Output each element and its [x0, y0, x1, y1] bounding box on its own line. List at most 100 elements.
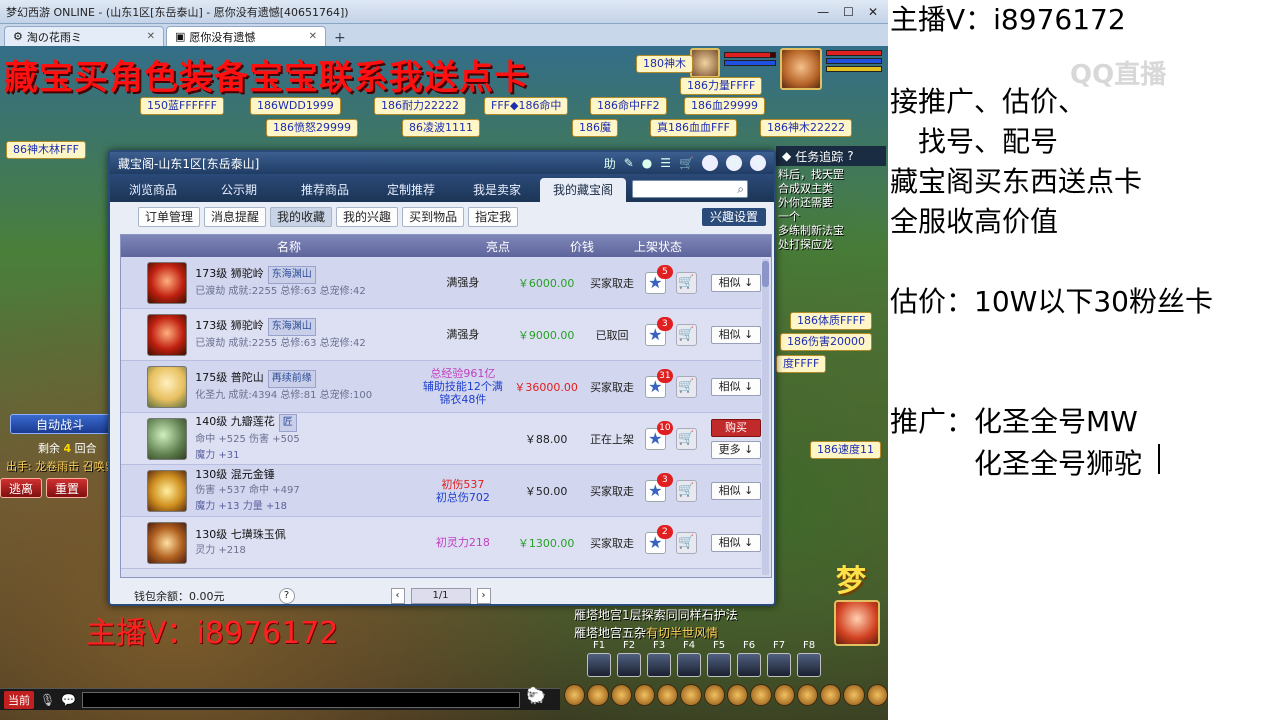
- hotkey-f6[interactable]: F6: [736, 640, 762, 684]
- stall-sign[interactable]: 186血29999: [684, 97, 765, 115]
- reset-button[interactable]: 重置: [46, 478, 89, 498]
- menu-icon[interactable]: [773, 684, 795, 706]
- hotkey-f8[interactable]: F8: [796, 640, 822, 684]
- speech-icon[interactable]: 💬: [61, 693, 76, 707]
- stall-sign[interactable]: 86凌波1111: [402, 119, 480, 137]
- close-tab-icon[interactable]: ✕: [309, 31, 317, 42]
- menu-icon[interactable]: [564, 684, 586, 706]
- skill-icon[interactable]: [587, 653, 611, 677]
- item-title[interactable]: 130级 混元金锤: [195, 468, 275, 481]
- item-title[interactable]: 140级 九瓣莲花: [195, 415, 275, 428]
- skill-icon[interactable]: [797, 653, 821, 677]
- menu-icon[interactable]: [587, 684, 609, 706]
- stall-sign[interactable]: 真186血血FFF: [650, 119, 737, 137]
- chat-channel-button[interactable]: 当前: [4, 690, 34, 709]
- settings-icon[interactable]: ⚙: [726, 155, 742, 171]
- menu-icon[interactable]: [750, 684, 772, 706]
- menu-icon[interactable]: [843, 684, 865, 706]
- stall-sign[interactable]: 186力量FFFF: [680, 77, 763, 95]
- similar-button[interactable]: 相似 ↓: [711, 533, 761, 552]
- search-input[interactable]: ⌕: [632, 180, 748, 198]
- record-icon[interactable]: ●: [642, 156, 652, 170]
- menu-icon[interactable]: [610, 684, 632, 706]
- close-tab-icon[interactable]: ✕: [147, 31, 155, 42]
- similar-button[interactable]: 相似 ↓: [711, 377, 761, 396]
- stall-sign[interactable]: 186耐力22222: [374, 97, 466, 115]
- similar-button[interactable]: 相似 ↓: [711, 325, 761, 344]
- stall-sign[interactable]: 186命中FF2: [590, 97, 667, 115]
- table-row[interactable]: 130级 混元金锤 伤害 +537 命中 +497 魔力 +13 力量 +18 初伤…: [121, 465, 761, 517]
- buy-button[interactable]: 购买: [711, 418, 761, 437]
- skill-icon[interactable]: [767, 653, 791, 677]
- skill-icon[interactable]: [617, 653, 641, 677]
- menu-icon[interactable]: [796, 684, 819, 706]
- table-row[interactable]: 140级 九瓣莲花匠命中 +525 伤害 +505 魔力 +31 ￥88.00 正…: [121, 413, 761, 465]
- tab-publicity[interactable]: 公示期: [196, 178, 282, 202]
- menu-icon[interactable]: [680, 684, 702, 706]
- tab-custom[interactable]: 定制推荐: [368, 178, 454, 202]
- chat-player-name[interactable]: 有切半世风情: [646, 626, 718, 640]
- table-row[interactable]: 130级 七璜珠玉佩 灵力 +218 初灵力218 ￥1300.00 买家取走 ★…: [121, 517, 761, 569]
- minimize-icon[interactable]: —: [817, 5, 829, 19]
- table-row[interactable]: 175级 普陀山 再续前缘 化圣九 成就:4394 总修:81 总宠修:100 总经…: [121, 361, 761, 413]
- favorite-star-icon[interactable]: ★ 10: [644, 420, 673, 450]
- client-tab-1[interactable]: ⚙ 淘の花雨ミ ✕: [4, 26, 164, 46]
- client-tab-2[interactable]: ▣ 愿你没有遗憾 ✕: [166, 26, 326, 46]
- table-row[interactable]: 173级 狮驼岭 东海渊山 已渡劫 成就:2255 总修:63 总宠修:42 满强身…: [121, 257, 761, 309]
- designated-button[interactable]: 指定我: [468, 207, 519, 227]
- stall-sign[interactable]: 180神木: [636, 55, 693, 73]
- menu-icon[interactable]: [657, 684, 679, 706]
- stall-sign[interactable]: FFF◆186命中: [484, 97, 569, 115]
- similar-button[interactable]: 相似 ↓: [711, 273, 761, 292]
- auto-battle-button[interactable]: 自动战斗: [10, 414, 110, 434]
- stall-sign[interactable]: 186愤怒29999: [266, 119, 358, 137]
- table-scrollbar[interactable]: [762, 259, 769, 575]
- close-icon[interactable]: ✕: [750, 155, 766, 171]
- add-to-cart-icon[interactable]: 🛒: [675, 427, 697, 450]
- interests-button[interactable]: 我的兴趣: [336, 207, 399, 227]
- task-tracker-header[interactable]: ◆ 任务追踪 ?: [776, 146, 886, 166]
- help-icon[interactable]: ?: [278, 588, 295, 604]
- prev-page-button[interactable]: ‹: [390, 588, 405, 604]
- hotkey-f7[interactable]: F7: [766, 640, 792, 684]
- favorite-star-icon[interactable]: ★ 3: [644, 316, 673, 346]
- stall-sign[interactable]: 186WDD1999: [250, 97, 341, 115]
- scrollbar-thumb[interactable]: [762, 261, 769, 287]
- stall-sign[interactable]: 186神木22222: [760, 119, 852, 137]
- hotkey-f1[interactable]: F1: [586, 640, 612, 684]
- skill-icon[interactable]: [737, 653, 761, 677]
- maximize-icon[interactable]: ☐: [843, 5, 854, 19]
- tab-recommended[interactable]: 推荐商品: [282, 178, 368, 202]
- stall-sign[interactable]: 86神木林FFF: [6, 141, 86, 159]
- stall-sign[interactable]: 186魔: [572, 119, 618, 137]
- interest-settings-button[interactable]: 兴趣设置: [701, 208, 766, 226]
- notifications-button[interactable]: 消息提醒: [204, 207, 267, 227]
- microphone-icon[interactable]: 🎙: [40, 693, 55, 707]
- more-button[interactable]: 更多 ↓: [711, 440, 761, 459]
- help-icon[interactable]: ?: [847, 149, 853, 163]
- add-to-cart-icon[interactable]: 🛒: [675, 531, 697, 554]
- escape-button[interactable]: 逃离: [0, 478, 43, 498]
- message-icon[interactable]: ☰: [660, 156, 671, 170]
- hotkey-f4[interactable]: F4: [676, 640, 702, 684]
- table-row[interactable]: 173级 狮驼岭 东海渊山 已渡劫 成就:2255 总修:63 总宠修:42 满强身…: [121, 309, 761, 361]
- chat-input[interactable]: [82, 691, 520, 708]
- tab-seller[interactable]: 我是卖家: [454, 178, 540, 202]
- skill-icon[interactable]: [707, 653, 731, 677]
- cart-icon[interactable]: 🛒: [679, 156, 694, 170]
- stall-sign[interactable]: 150蓝FFFFFF: [140, 97, 224, 115]
- favorite-star-icon[interactable]: ★ 31: [644, 368, 673, 398]
- favorite-star-icon[interactable]: ★ 5: [644, 264, 673, 294]
- menu-icon[interactable]: [703, 684, 725, 706]
- stall-sign[interactable]: 度FFFF: [776, 355, 827, 373]
- search-icon[interactable]: ⌕: [737, 182, 744, 197]
- item-title[interactable]: 173级 狮驼岭: [195, 319, 264, 332]
- item-title[interactable]: 173级 狮驼岭: [195, 267, 264, 280]
- favorites-button[interactable]: 我的收藏: [270, 207, 333, 227]
- close-icon[interactable]: ✕: [868, 5, 878, 19]
- orders-button[interactable]: 订单管理: [138, 207, 201, 227]
- help-button[interactable]: 助: [604, 155, 616, 172]
- next-page-button[interactable]: ›: [476, 588, 491, 604]
- tab-my-pavilion[interactable]: 我的藏宝阁: [540, 178, 626, 202]
- hotkey-f5[interactable]: F5: [706, 640, 732, 684]
